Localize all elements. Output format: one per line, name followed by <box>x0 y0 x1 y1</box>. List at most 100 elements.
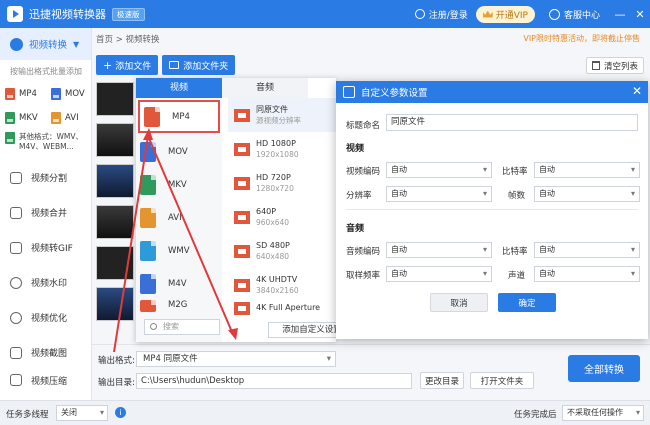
resolution-select[interactable]: 自动 <box>386 186 492 202</box>
audio-bitrate-label: 比特率 <box>502 247 528 257</box>
vip-button[interactable]: 开通VIP <box>475 5 535 23</box>
quick-format-mov[interactable]: MOV <box>51 86 97 102</box>
format-item-m4v[interactable]: M4V <box>136 267 222 300</box>
preset-item[interactable]: 4K UHDTV 3840x2160 <box>228 268 336 302</box>
title-name-input[interactable]: 同原文件 <box>386 114 638 131</box>
sidebar-item-compress[interactable]: 视频压缩 <box>0 370 91 386</box>
mp4-file-icon <box>144 106 160 127</box>
file-thumbnail[interactable] <box>96 205 134 239</box>
ok-button[interactable]: 确定 <box>498 293 556 312</box>
file-thumbnail[interactable] <box>96 287 134 321</box>
file-thumbnail[interactable] <box>96 164 134 198</box>
preset-resolution: 3840x2160 <box>256 286 299 295</box>
mkv-file-icon <box>5 112 15 124</box>
format-item-mov[interactable]: MOV <box>136 135 222 168</box>
audio-bitrate-select[interactable]: 自动 <box>534 242 640 258</box>
nav-label: 视频转GIF <box>31 244 73 254</box>
preset-item[interactable]: 640P 960x640 <box>228 200 336 234</box>
preset-item[interactable]: 4K Full Aperture <box>228 302 336 316</box>
cancel-button[interactable]: 取消 <box>430 293 488 312</box>
quick-format-mp4[interactable]: MP4 <box>5 86 51 102</box>
tab-audio[interactable]: 音频 <box>222 78 308 98</box>
quick-format-mkv[interactable]: MKV <box>5 110 51 126</box>
channel-select[interactable]: 自动 <box>534 266 640 282</box>
format-item-m2g[interactable]: M2G <box>136 300 222 314</box>
status-bar: 任务多线程 关闭 i 任务完成后 不采取任何操作 <box>0 400 650 425</box>
video-codec-select[interactable]: 自动 <box>386 162 492 178</box>
film-icon <box>234 278 250 292</box>
convert-all-button[interactable]: 全部转换 <box>568 355 640 382</box>
format-item-wmv[interactable]: WMV <box>136 234 222 267</box>
quick-format-avi[interactable]: AVI <box>51 110 97 126</box>
task-done-select[interactable]: 不采取任何操作 <box>562 405 644 421</box>
preset-item[interactable]: HD 1080P 1920x1080 <box>228 132 336 166</box>
file-thumbnail[interactable] <box>96 123 134 157</box>
file-thumbnail[interactable] <box>96 246 134 280</box>
open-folder-button[interactable]: 打开文件夹 <box>470 372 534 389</box>
optimize-icon <box>10 311 22 324</box>
quick-format-other[interactable]: 其他格式：WMV、M4V、WEBM... <box>0 126 91 160</box>
service-link[interactable]: 客服中心 <box>564 8 600 21</box>
video-bitrate-select[interactable]: 自动 <box>534 162 640 178</box>
fps-select[interactable]: 自动 <box>534 186 640 202</box>
video-codec-label: 视频编码 <box>346 167 381 177</box>
nav-label: 视频水印 <box>31 279 68 289</box>
sample-rate-select[interactable]: 自动 <box>386 266 492 282</box>
preset-item[interactable]: SD 480P 640x480 <box>228 234 336 268</box>
sidebar-item-screenshot[interactable]: 视频截图 <box>0 335 91 370</box>
breadcrumb: 首页 > 视频转换 <box>96 35 160 45</box>
format-tabs: 视频 音频 <box>136 78 336 98</box>
batch-hint: 按输出格式批量添加 <box>10 67 82 76</box>
format-item-mp4[interactable]: MP4 <box>138 100 220 133</box>
sidebar-item-watermark[interactable]: 视频水印 <box>0 265 91 300</box>
format-item-mkv[interactable]: MKV <box>136 168 222 201</box>
sidebar-item-split[interactable]: 视频分割 <box>0 160 91 195</box>
sidebar-item-gif[interactable]: 视频转GIF <box>0 230 91 265</box>
output-format-select[interactable]: MP4 同原文件 <box>136 351 336 367</box>
file-thumbnail[interactable] <box>96 82 134 116</box>
multithread-select[interactable]: 关闭 <box>56 405 108 421</box>
clear-list-button[interactable]: 清空列表 <box>585 57 644 74</box>
crown-icon <box>482 10 493 18</box>
format-list: MP4 MOV MKV AVI WMV M4V M2G <box>136 98 222 342</box>
video-bitrate-label: 比特率 <box>502 167 528 177</box>
preset-resolution: 640x480 <box>256 252 290 261</box>
nav-label: 视频截图 <box>31 349 68 359</box>
multithread-label: 任务多线程 <box>6 410 49 420</box>
preset-item[interactable]: 同原文件 源视频分辨率 <box>228 98 336 132</box>
dialog-close-button[interactable]: ✕ <box>632 84 642 98</box>
format-name: WMV <box>168 245 190 256</box>
audio-codec-select[interactable]: 自动 <box>386 242 492 258</box>
service-icon[interactable] <box>548 8 560 20</box>
output-dir-field[interactable]: C:\Users\hudun\Desktop <box>136 373 412 389</box>
preset-resolution: 源视频分辨率 <box>256 116 301 125</box>
promo-link[interactable]: VIP限时特惠活动，即将截止停售 <box>523 33 640 44</box>
format-item-avi[interactable]: AVI <box>136 201 222 234</box>
preset-name: 4K Full Aperture <box>256 303 321 312</box>
add-file-button[interactable]: + 添加文件 <box>96 55 159 75</box>
chevron-down-icon: ▼ <box>73 39 80 49</box>
add-folder-button[interactable]: 添加文件夹 <box>162 55 236 75</box>
preset-item[interactable]: HD 720P 1280x720 <box>228 166 336 200</box>
change-dir-button[interactable]: 更改目录 <box>420 372 464 389</box>
format-search-input[interactable]: 搜索 <box>144 319 220 335</box>
close-button[interactable]: ✕ <box>630 0 650 28</box>
sample-rate-label: 取样频率 <box>346 271 381 281</box>
user-icon[interactable] <box>414 9 425 19</box>
audio-codec-label: 音频编码 <box>346 247 381 257</box>
sidebar-item-video-convert[interactable]: 视频转换 ▼ <box>0 28 91 60</box>
format-name: MKV <box>168 179 187 190</box>
format-name: M4V <box>168 278 187 289</box>
info-icon[interactable]: i <box>115 407 126 418</box>
minimize-button[interactable]: — <box>610 0 630 28</box>
sidebar-item-merge[interactable]: 视频合并 <box>0 195 91 230</box>
sidebar-item-optimize[interactable]: 视频优化 <box>0 300 91 335</box>
nav-label: 视频合并 <box>31 209 68 219</box>
channel-label: 声道 <box>508 271 526 281</box>
login-link[interactable]: 注册/登录 <box>429 8 468 21</box>
format-name: AVI <box>168 212 182 223</box>
film-icon <box>234 142 250 156</box>
preset-list: 同原文件 源视频分辨率 HD 1080P 1920x1080 HD 720P 1280… <box>228 98 336 316</box>
tab-video[interactable]: 视频 <box>136 78 222 98</box>
gif-icon <box>10 241 22 254</box>
